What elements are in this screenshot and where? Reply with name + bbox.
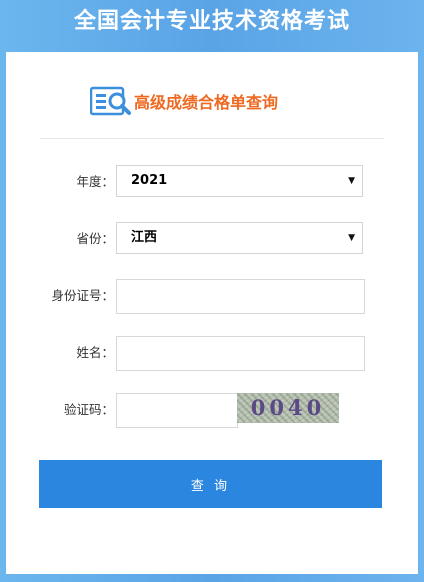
- document-search-icon: [90, 86, 131, 116]
- site-title: 全国会计专业技术资格考试: [73, 9, 350, 34]
- captcha-row: 验证码： 0040: [6, 393, 418, 429]
- year-label: 年度：: [76, 174, 114, 189]
- captcha-label: 验证码：: [63, 402, 114, 417]
- year-select[interactable]: 2021 ▼: [116, 165, 363, 197]
- query-card: 高级成绩合格单查询 年度： 2021 ▼ 省份： 江西 ▼ 身份证号： 姓名： …: [6, 52, 418, 574]
- query-button[interactable]: 查 询: [39, 460, 382, 508]
- province-row: 省份： 江西 ▼: [6, 222, 418, 258]
- dropdown-arrow-icon: ▼: [348, 176, 355, 186]
- captcha-code: 0040: [250, 395, 326, 420]
- name-label: 姓名：: [76, 345, 114, 360]
- name-row: 姓名：: [6, 336, 418, 372]
- year-row: 年度： 2021 ▼: [6, 165, 418, 201]
- year-select-value: 2021: [131, 173, 168, 188]
- name-input[interactable]: [116, 336, 365, 371]
- province-select-value: 江西: [131, 230, 158, 245]
- captcha-input[interactable]: [116, 393, 238, 428]
- id-number-input[interactable]: [116, 279, 365, 314]
- divider: [40, 138, 384, 139]
- id-number-row: 身份证号：: [6, 279, 418, 315]
- province-label: 省份：: [76, 231, 114, 246]
- province-select[interactable]: 江西 ▼: [116, 222, 363, 254]
- dropdown-arrow-icon: ▼: [348, 233, 355, 243]
- id-number-label: 身份证号：: [51, 288, 114, 303]
- captcha-image[interactable]: 0040: [237, 393, 339, 423]
- query-title: 高级成绩合格单查询: [134, 93, 279, 112]
- query-header: 高级成绩合格单查询: [90, 84, 278, 118]
